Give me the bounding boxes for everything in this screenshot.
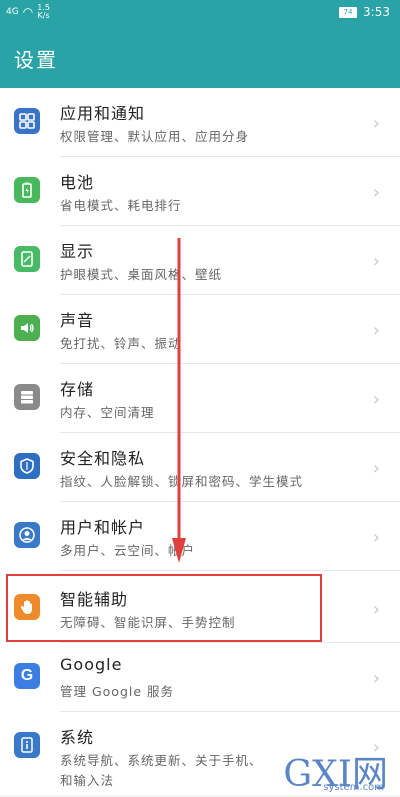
chevron-right-icon: › xyxy=(372,527,380,548)
wifi-icon: ◠ xyxy=(22,5,34,19)
chevron-right-icon: › xyxy=(372,599,380,620)
highlight-box xyxy=(6,574,322,642)
battery-indicator: 74 xyxy=(339,6,358,18)
storage-icon xyxy=(14,384,40,410)
item-title: 系统 xyxy=(60,728,95,747)
settings-item-security[interactable]: 安全和隐私 指纹、人脸解锁、锁屏和密码、学生模式 › xyxy=(0,433,400,502)
watermark-domain: system.com xyxy=(323,782,384,793)
settings-item-storage[interactable]: 存储 内存、空间清理 › xyxy=(0,364,400,433)
settings-item-sound[interactable]: 声音 免打扰、铃声、振动 › xyxy=(0,295,400,364)
chevron-right-icon: › xyxy=(372,668,380,689)
item-title: 存储 xyxy=(60,380,95,399)
watermark: GXI网 system.com xyxy=(272,745,392,795)
divider xyxy=(60,570,400,571)
item-subtitle: 管理 Google 服务 xyxy=(60,684,175,699)
google-icon: G xyxy=(14,663,40,689)
clock: 3:53 xyxy=(363,5,390,19)
item-subtitle: 省电模式、耗电排行 xyxy=(60,198,182,213)
chevron-right-icon: › xyxy=(372,113,380,134)
settings-item-display[interactable]: 显示 护眼模式、桌面风格、壁纸 › xyxy=(0,226,400,295)
item-subtitle: 免打扰、铃声、振动 xyxy=(60,336,182,351)
info-icon xyxy=(14,732,40,758)
item-title: 声音 xyxy=(60,311,95,330)
user-icon xyxy=(14,522,40,548)
settings-item-apps[interactable]: 应用和通知 权限管理、默认应用、应用分身 › xyxy=(0,88,400,157)
down-arrow-annotation xyxy=(172,238,186,563)
item-title: 显示 xyxy=(60,242,95,261)
chevron-right-icon: › xyxy=(372,458,380,479)
chevron-right-icon: › xyxy=(372,251,380,272)
settings-item-battery[interactable]: 电池 省电模式、耗电排行 › xyxy=(0,157,400,226)
page-title: 设置 xyxy=(14,48,58,72)
item-subtitle: 系统导航、系统更新、关于手机、 xyxy=(60,753,263,768)
chevron-right-icon: › xyxy=(372,389,380,410)
shield-icon xyxy=(14,453,40,479)
item-title: Google xyxy=(60,655,123,674)
item-title: 安全和隐私 xyxy=(60,449,146,468)
apps-icon xyxy=(14,108,40,134)
item-subtitle: 权限管理、默认应用、应用分身 xyxy=(60,129,250,144)
chevron-right-icon: › xyxy=(372,182,380,203)
app-bar: 设置 xyxy=(0,26,400,88)
status-bar: 4G ◠ 1.5 K/s 74 3:53 xyxy=(0,0,400,26)
item-title: 应用和通知 xyxy=(60,104,146,123)
sound-icon xyxy=(14,315,40,341)
display-icon xyxy=(14,246,40,272)
settings-item-accounts[interactable]: 用户和帐户 多用户、云空间、帐户 › xyxy=(0,502,400,571)
item-subtitle-line2: 和输入法 xyxy=(60,773,115,788)
item-title: 用户和帐户 xyxy=(60,518,146,537)
battery-icon xyxy=(14,177,40,203)
network-speed: 1.5 K/s xyxy=(37,3,50,20)
signal-indicator: 4G xyxy=(6,6,19,17)
item-subtitle: 内存、空间清理 xyxy=(60,405,155,420)
item-subtitle: 护眼模式、桌面风格、壁纸 xyxy=(60,267,223,282)
chevron-right-icon: › xyxy=(372,320,380,341)
item-title: 电池 xyxy=(60,173,95,192)
settings-item-google[interactable]: G Google 管理 Google 服务 › xyxy=(0,643,400,712)
settings-list: 应用和通知 权限管理、默认应用、应用分身 › 电池 省电模式、耗电排行 › 显示… xyxy=(0,88,400,795)
